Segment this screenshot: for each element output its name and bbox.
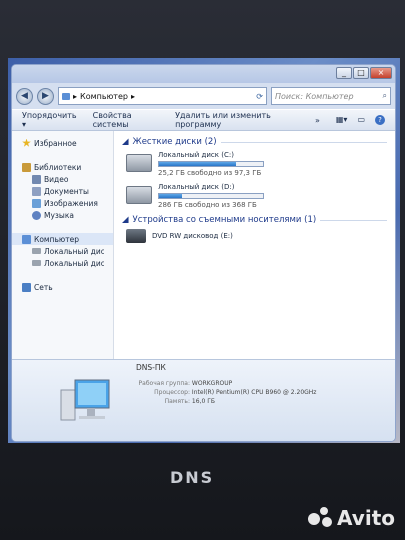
- uninstall-program-button[interactable]: Удалить или изменить программу: [175, 111, 299, 129]
- help-icon[interactable]: ?: [375, 115, 385, 125]
- details-pane: DNS-ПК Рабочая группа: WORKGROUP Процесс…: [12, 359, 395, 441]
- address-bar[interactable]: ▸ Компьютер ▸ ⟳: [58, 87, 267, 105]
- sidebar-item-documents[interactable]: Документы: [12, 185, 113, 197]
- drive-usage-bar: [158, 161, 264, 167]
- sidebar-item-music[interactable]: Музыка: [12, 209, 113, 221]
- music-icon: [32, 210, 41, 220]
- search-icon: ⌕: [382, 91, 387, 100]
- sidebar-item-images[interactable]: Изображения: [12, 197, 113, 209]
- organize-button[interactable]: Упорядочить ▾: [22, 111, 77, 129]
- avito-dots-icon: [308, 507, 334, 529]
- forward-button[interactable]: ▶: [37, 87, 54, 105]
- drive-free-space: 25,2 ГБ свободно из 97,3 ГБ: [158, 169, 262, 177]
- dvd-drive-icon: [126, 229, 146, 243]
- search-input[interactable]: Поиск: Компьютер ⌕: [271, 87, 391, 105]
- watermark-text: Avito: [337, 506, 395, 530]
- removable-group-header[interactable]: ◢ Устройства со съемными носителями (1): [122, 215, 387, 225]
- sidebar-item-libraries[interactable]: Библиотеки: [12, 161, 113, 173]
- detail-row-memory: Память: 16,0 ГБ: [164, 398, 215, 405]
- sidebar-item-drive-c[interactable]: Локальный диск (C:): [12, 245, 113, 257]
- breadcrumb-arrow: ▸: [73, 91, 78, 101]
- network-icon: [22, 282, 31, 292]
- hard-drive-icon: [126, 154, 152, 172]
- computer-icon: [22, 234, 31, 244]
- address-row: ◀ ▶ ▸ Компьютер ▸ ⟳ Поиск: Компьютер ⌕: [12, 83, 395, 109]
- detail-row-processor: Процессор: Intel(R) Pentium(R) CPU B960 …: [154, 389, 317, 396]
- breadcrumb-computer[interactable]: Компьютер: [80, 92, 128, 101]
- hard-drive-icon: [126, 186, 152, 204]
- preview-pane-icon[interactable]: ▭: [357, 115, 365, 125]
- minimize-button[interactable]: _: [336, 67, 352, 79]
- brand-logo: DNS: [170, 468, 215, 487]
- sidebar-item-video[interactable]: Видео: [12, 173, 113, 185]
- documents-icon: [32, 186, 41, 196]
- sidebar-item-favorites[interactable]: Избранное: [12, 137, 113, 149]
- more-button[interactable]: »: [315, 116, 320, 125]
- drive-icon: [32, 248, 41, 254]
- collapse-icon: ◢: [122, 137, 129, 147]
- dvd-drive-name: DVD RW дисковод (E:): [152, 232, 233, 240]
- images-icon: [32, 198, 41, 208]
- drive-item-c[interactable]: Локальный диск (C:) 25,2 ГБ свободно из …: [126, 151, 387, 177]
- explorer-window: _ □ × ◀ ▶ ▸ Компьютер ▸ ⟳ Поиск: Компьют…: [11, 64, 396, 442]
- drive-name: Локальный диск (C:): [158, 151, 234, 159]
- title-bar: _ □ ×: [12, 65, 395, 83]
- drive-usage-fill: [159, 162, 236, 166]
- screen: _ □ × ◀ ▶ ▸ Компьютер ▸ ⟳ Поиск: Компьют…: [8, 58, 400, 443]
- breadcrumb-arrow-end[interactable]: ▸: [131, 92, 135, 101]
- drive-icon: [32, 260, 41, 266]
- maximize-button[interactable]: □: [353, 67, 369, 79]
- collapse-icon: ◢: [122, 215, 129, 225]
- close-button[interactable]: ×: [370, 67, 392, 79]
- star-icon: [22, 138, 31, 147]
- sidebar-item-computer[interactable]: Компьютер: [12, 233, 113, 245]
- video-icon: [32, 174, 41, 184]
- sidebar-item-drive-d[interactable]: Локальный диск (D:): [12, 257, 113, 269]
- drive-item-d[interactable]: Локальный диск (D:) 286 ГБ свободно из 3…: [126, 183, 387, 209]
- watermark: Avito: [308, 506, 395, 530]
- computer-icon: [60, 379, 110, 421]
- back-button[interactable]: ◀: [16, 87, 33, 105]
- drive-usage-fill: [159, 194, 182, 198]
- navigation-pane: Избранное Библиотеки Видео Документы Изо…: [12, 131, 114, 359]
- system-properties-button[interactable]: Свойства системы: [93, 111, 159, 129]
- drive-free-space: 286 ГБ свободно из 368 ГБ: [158, 201, 257, 209]
- computer-name: DNS-ПК: [136, 363, 166, 372]
- drive-usage-bar: [158, 193, 264, 199]
- sidebar-item-network[interactable]: Сеть: [12, 281, 113, 293]
- dvd-drive-item[interactable]: DVD RW дисковод (E:): [126, 229, 387, 243]
- drive-name: Локальный диск (D:): [158, 183, 235, 191]
- view-options-icon[interactable]: ▦▾: [336, 115, 348, 125]
- computer-small-icon: [62, 92, 70, 100]
- content-pane: ◢ Жесткие диски (2) Локальный диск (C:) …: [114, 131, 395, 359]
- refresh-icon[interactable]: ⟳: [256, 92, 263, 101]
- command-bar: Упорядочить ▾ Свойства системы Удалить и…: [12, 109, 395, 131]
- library-icon: [22, 162, 31, 172]
- explorer-body: Избранное Библиотеки Видео Документы Изо…: [12, 131, 395, 359]
- hard-drives-group-header[interactable]: ◢ Жесткие диски (2): [122, 137, 387, 147]
- detail-row-workgroup: Рабочая группа: WORKGROUP: [138, 380, 233, 387]
- search-placeholder: Поиск: Компьютер: [275, 91, 354, 101]
